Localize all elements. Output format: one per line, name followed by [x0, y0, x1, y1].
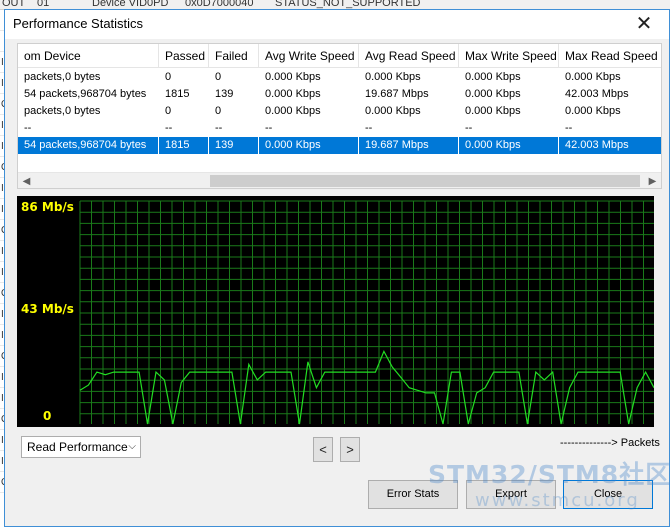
table-cell: -- — [365, 122, 373, 134]
table-cell: -- — [215, 122, 223, 134]
export-button[interactable]: Export — [466, 480, 556, 509]
table-cell: 0.000 Kbps — [565, 71, 621, 83]
table-cell: 139 — [209, 137, 259, 154]
table-cell: 0.000 Kbps — [365, 71, 421, 83]
table-cell: 54 packets,968704 bytes — [18, 137, 159, 154]
table-cell: 0.000 Kbps — [565, 105, 621, 117]
y-label-zero: 0 — [43, 409, 52, 423]
table-cell: 0.000 Kbps — [459, 137, 559, 154]
column-header-failed[interactable]: Failed — [209, 44, 259, 68]
table-cell: -- — [565, 122, 573, 134]
table-cell: 0 — [165, 105, 172, 117]
column-header-max-write[interactable]: Max Write Speed — [459, 44, 559, 68]
statistics-list[interactable]: om Device Passed Failed Avg Write Speed … — [17, 43, 662, 189]
table-cell: 0 — [165, 71, 172, 83]
table-cell: 0.000 Kbps — [365, 105, 421, 117]
table-cell: 19.687 Mbps — [359, 137, 459, 154]
performance-statistics-dialog: Performance Statistics ✕ om Device Passe… — [4, 9, 670, 527]
table-cell: 0 — [215, 71, 222, 83]
table-cell: 0 — [215, 105, 222, 117]
table-cell: -- — [24, 122, 32, 134]
table-cell: 54 packets,968704 bytes — [24, 88, 147, 100]
packets-legend: --------------> Packets — [560, 437, 660, 449]
bg-strip-text: OUT — [2, 0, 26, 9]
column-header-max-read[interactable]: Max Read Speed — [559, 44, 661, 68]
table-cell: packets,0 bytes — [24, 71, 101, 83]
list-rows: packets,0 bytes 0 0 0.000 Kbps 0.000 Kbps 0.0… — [18, 69, 661, 154]
table-row[interactable]: -- -- -- -- -- -- -- — [18, 120, 661, 137]
table-cell: 139 — [215, 88, 234, 100]
bg-strip-text: STATUS_NOT_SUPPORTED — [275, 0, 421, 9]
y-label-mid: 43 Mb/s — [21, 302, 74, 316]
graph-canvas — [79, 200, 654, 425]
bg-strip-text: 0x0D7000040 — [185, 0, 254, 9]
table-cell: -- — [465, 122, 473, 134]
performance-graph: 86 Mb/s 43 Mb/s 0 — [17, 196, 654, 427]
scrollbar-thumb[interactable] — [210, 175, 640, 187]
table-cell: 0.000 Kbps — [265, 88, 321, 100]
table-cell: 0.000 Kbps — [265, 71, 321, 83]
table-row[interactable]: 54 packets,968704 bytes 1815 139 0.000 Kbps… — [18, 86, 661, 103]
table-cell: 0.000 Kbps — [259, 137, 359, 154]
scroll-left-icon[interactable]: ◀ — [18, 173, 35, 188]
table-cell: 0.000 Kbps — [465, 71, 521, 83]
table-row[interactable]: packets,0 bytes 0 0 0.000 Kbps 0.000 Kbps 0.0… — [18, 69, 661, 86]
error-stats-button[interactable]: Error Stats — [368, 480, 458, 509]
title-bar[interactable]: Performance Statistics ✕ — [5, 10, 669, 39]
next-button[interactable]: > — [340, 437, 360, 462]
table-cell: 1815 — [159, 137, 209, 154]
table-cell: -- — [265, 122, 273, 134]
mode-select[interactable]: Read Performance ⌵ — [21, 436, 141, 458]
table-cell: 42.003 Mbps — [559, 137, 661, 154]
table-cell: 0.000 Kbps — [465, 105, 521, 117]
column-header-avg-read[interactable]: Avg Read Speed — [359, 44, 459, 68]
table-cell: 0.000 Kbps — [465, 88, 521, 100]
table-cell: -- — [165, 122, 173, 134]
dialog-title: Performance Statistics — [13, 16, 144, 31]
list-header: om Device Passed Failed Avg Write Speed … — [18, 44, 661, 68]
table-cell: packets,0 bytes — [24, 105, 101, 117]
table-row[interactable]: packets,0 bytes 0 0 0.000 Kbps 0.000 Kbps 0.0… — [18, 103, 661, 120]
table-row[interactable]: 54 packets,968704 bytes 1815 139 0.000 Kbps… — [18, 137, 661, 154]
prev-button[interactable]: < — [313, 437, 333, 462]
bg-strip-text: 01 — [37, 0, 50, 9]
column-header-avg-write[interactable]: Avg Write Speed — [259, 44, 359, 68]
y-label-max: 86 Mb/s — [21, 200, 74, 214]
table-cell: 42.003 Mbps — [565, 88, 629, 100]
chevron-down-icon: ⌵ — [128, 441, 136, 452]
table-cell: 19.687 Mbps — [365, 88, 429, 100]
close-button[interactable]: Close — [563, 480, 653, 509]
horizontal-scrollbar[interactable]: ◀ ▶ — [18, 172, 661, 188]
close-icon[interactable]: ✕ — [629, 12, 659, 36]
scroll-right-icon[interactable]: ▶ — [644, 173, 661, 188]
bg-strip-text: Device VID0PD — [92, 0, 169, 9]
column-header-device[interactable]: om Device — [18, 44, 159, 68]
table-cell: 1815 — [165, 88, 190, 100]
column-header-passed[interactable]: Passed — [159, 44, 209, 68]
mode-select-value: Read Performance — [27, 440, 128, 454]
table-cell: 0.000 Kbps — [265, 105, 321, 117]
